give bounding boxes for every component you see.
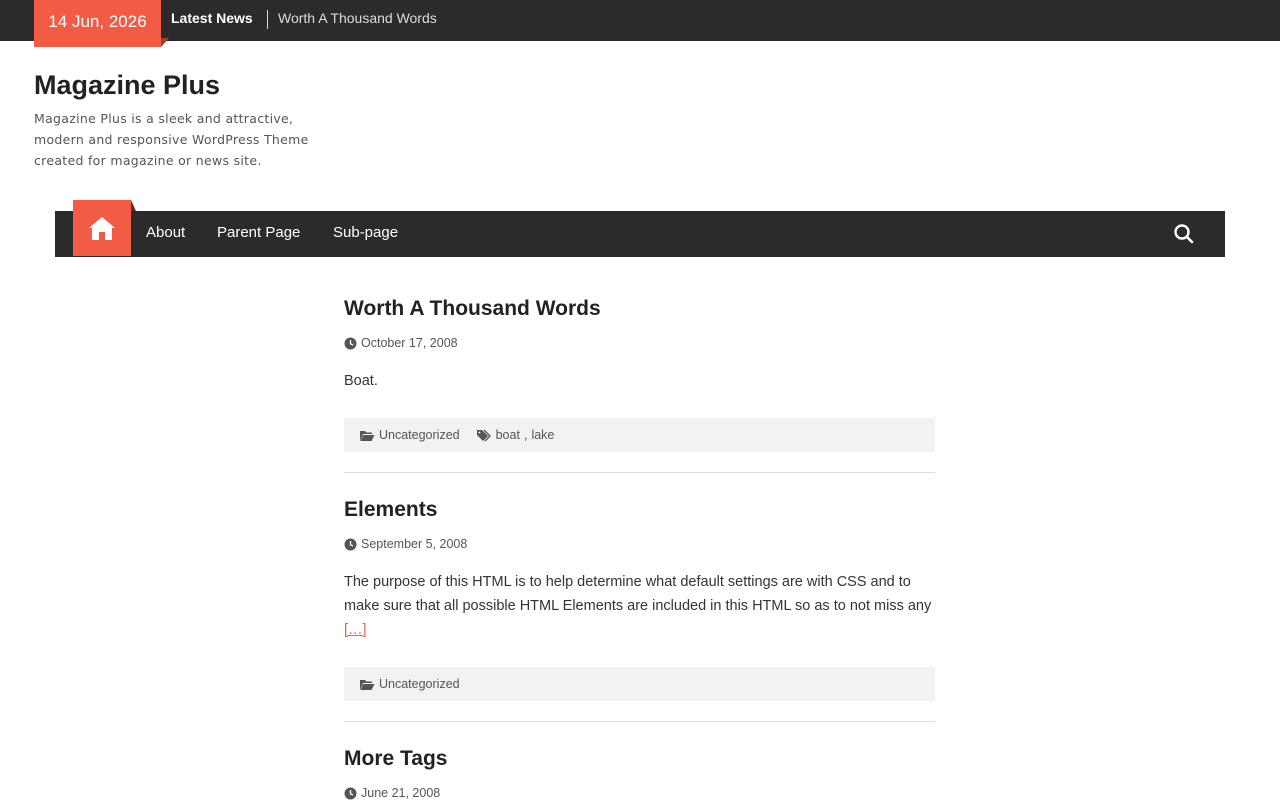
post-title[interactable]: Worth A Thousand Words bbox=[344, 297, 601, 320]
post-title[interactable]: Elements bbox=[344, 498, 437, 521]
post-article: Elements September 5, 2008 The purpose o… bbox=[344, 498, 935, 728]
clock-icon bbox=[344, 538, 357, 551]
ribbon-fold bbox=[161, 38, 169, 47]
clock-icon bbox=[344, 787, 357, 800]
post-article: Worth A Thousand Words October 17, 2008 … bbox=[344, 297, 935, 477]
news-separator bbox=[267, 10, 268, 29]
clock-icon bbox=[344, 337, 357, 350]
category-link[interactable]: Uncategorized bbox=[379, 677, 460, 691]
post-excerpt-text: The purpose of this HTML is to help dete… bbox=[344, 574, 932, 614]
post-date-link[interactable]: June 21, 2008 bbox=[361, 786, 440, 800]
post-divider bbox=[344, 721, 935, 722]
post-date-link[interactable]: October 17, 2008 bbox=[361, 336, 458, 350]
category-link[interactable]: Uncategorized bbox=[379, 428, 460, 442]
post-title[interactable]: More Tags bbox=[344, 747, 447, 770]
search-icon bbox=[1172, 222, 1196, 246]
site-title[interactable]: Magazine Plus bbox=[34, 70, 220, 101]
current-date: 14 Jun, 2026 bbox=[48, 12, 147, 31]
post-date: June 21, 2008 bbox=[344, 786, 440, 800]
tag-separator: , bbox=[523, 428, 528, 442]
post-excerpt: The purpose of this HTML is to help dete… bbox=[344, 570, 935, 642]
tag-link[interactable]: lake bbox=[531, 428, 554, 442]
post-article: More Tags June 21, 2008 bbox=[344, 747, 935, 800]
home-button[interactable] bbox=[73, 200, 136, 256]
post-meta: Uncategorized bbox=[344, 667, 935, 701]
tags-icon bbox=[476, 429, 492, 442]
post-date: October 17, 2008 bbox=[344, 336, 458, 350]
post-divider bbox=[344, 472, 935, 473]
search-button[interactable] bbox=[1172, 222, 1196, 246]
home-icon bbox=[87, 215, 117, 241]
post-date: September 5, 2008 bbox=[344, 537, 467, 551]
post-date-link[interactable]: September 5, 2008 bbox=[361, 537, 467, 551]
ribbon-fold bbox=[131, 200, 136, 211]
folder-open-icon bbox=[359, 678, 375, 691]
nav-item-about[interactable]: About bbox=[146, 224, 185, 241]
read-more-link[interactable]: […] bbox=[344, 622, 367, 638]
post-excerpt: Boat. bbox=[344, 373, 378, 389]
latest-news-link[interactable]: Worth A Thousand Words bbox=[278, 10, 437, 26]
folder-open-icon bbox=[359, 429, 375, 442]
tag-link[interactable]: boat bbox=[496, 428, 520, 442]
post-meta: Uncategorized boat, lake bbox=[344, 418, 935, 452]
nav-item-parent-page[interactable]: Parent Page bbox=[217, 224, 300, 241]
latest-news-label: Latest News bbox=[171, 10, 253, 26]
site-description: Magazine Plus is a sleek and attractive,… bbox=[34, 111, 309, 168]
date-badge: 14 Jun, 2026 bbox=[34, 0, 169, 47]
nav-item-sub-page[interactable]: Sub-page bbox=[333, 224, 398, 241]
